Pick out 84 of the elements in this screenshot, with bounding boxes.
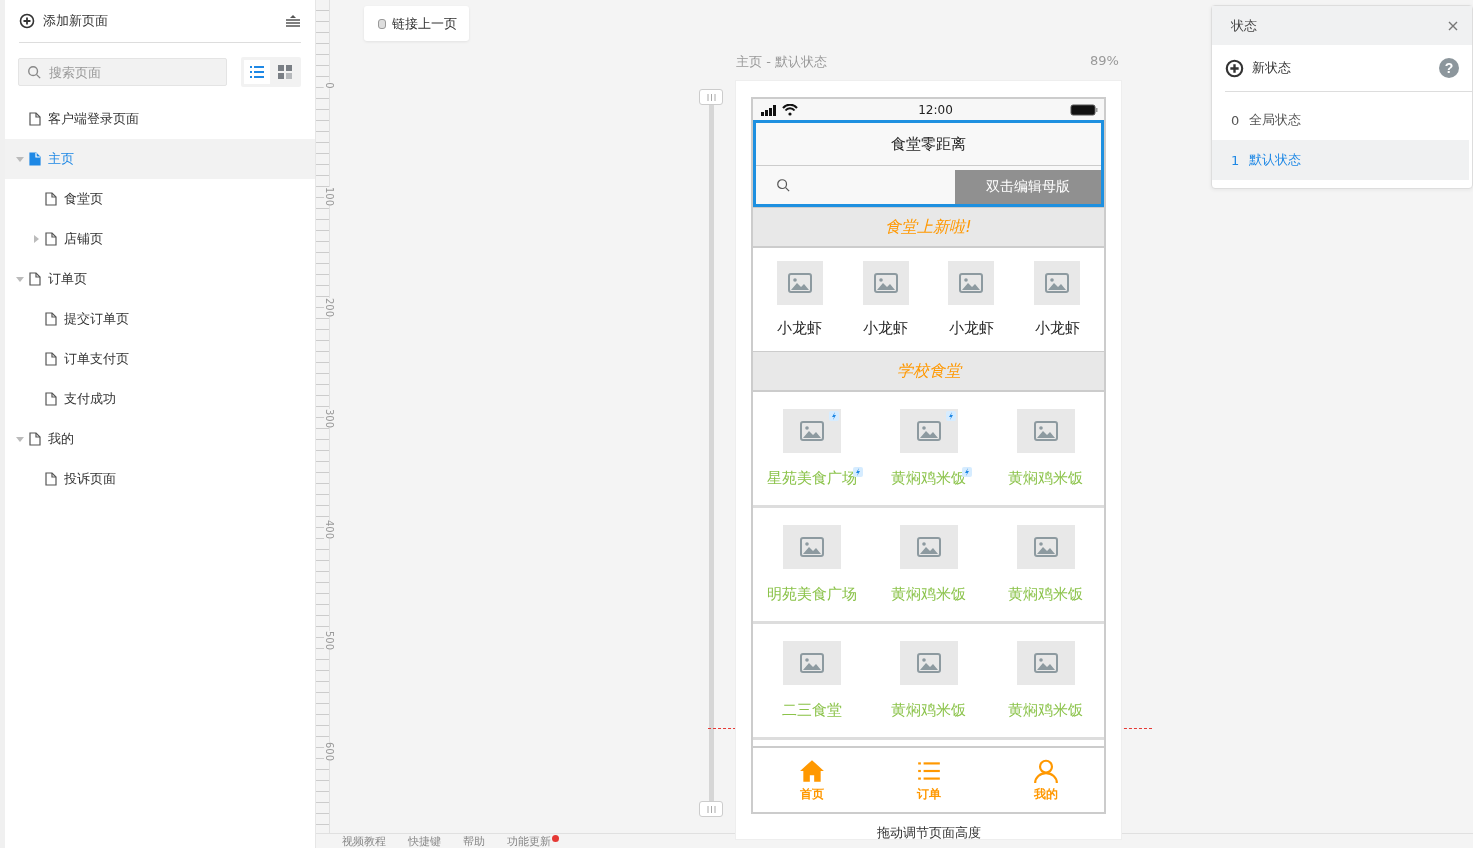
ruler-label: 300	[324, 408, 335, 429]
canteen-name: 黄焖鸡米饭	[891, 702, 966, 718]
panel-title: 状态	[1231, 16, 1257, 35]
canteen-name: 黄焖鸡米饭	[891, 586, 966, 602]
dish-name: 小龙虾	[863, 319, 909, 338]
file-icon	[29, 432, 41, 446]
page-state-label: 主页 - 默认状态	[736, 53, 827, 71]
dish-name: 小龙虾	[1034, 319, 1080, 338]
image-icon	[916, 421, 941, 441]
image-icon	[787, 273, 812, 293]
plus-circle-icon	[19, 13, 35, 29]
page-tree-item[interactable]: 支付成功	[5, 379, 315, 419]
close-icon[interactable]	[1448, 20, 1458, 31]
link-previous-page-button[interactable]: 链接上一页	[364, 6, 469, 41]
grid-icon	[277, 64, 293, 80]
caret-icon[interactable]	[32, 235, 40, 243]
image-icon	[799, 537, 824, 557]
page-tree-item[interactable]: 客户端登录页面	[5, 99, 315, 139]
file-icon	[29, 272, 41, 286]
file-icon	[29, 112, 41, 126]
image-icon	[1045, 273, 1070, 293]
section-heading: 食堂上新啦!	[753, 207, 1104, 248]
file-icon	[45, 232, 57, 246]
file-icon	[45, 352, 57, 366]
state-item[interactable]: 0 全局状态	[1212, 100, 1469, 140]
image-icon	[799, 653, 824, 673]
canteen-name: 黄焖鸡米饭	[1008, 586, 1083, 602]
signal-wifi-icon	[759, 103, 801, 116]
section-heading: 学校食堂	[753, 351, 1104, 392]
file-icon	[45, 472, 57, 486]
ruler-label: 500	[324, 630, 335, 651]
file-icon	[45, 192, 57, 206]
file-icon	[45, 392, 57, 406]
ruler-label: 200	[324, 297, 335, 318]
canteen-name: 黄焖鸡米饭	[1008, 470, 1083, 486]
resize-hint: 拖动调节页面高度	[876, 824, 981, 842]
new-state-button[interactable]: 新状态	[1225, 58, 1291, 78]
page-tree-item[interactable]: 店铺页	[5, 219, 315, 259]
search-icon	[776, 178, 790, 192]
user-icon	[1032, 757, 1059, 784]
dish-name: 小龙虾	[948, 319, 994, 338]
canteen-name: 黄焖鸡米饭	[1008, 702, 1083, 718]
dish-name: 小龙虾	[777, 319, 823, 338]
menu-icon[interactable]	[285, 13, 301, 29]
canteen-name: 二三食堂	[781, 702, 842, 718]
battery-icon	[1070, 103, 1098, 116]
image-icon	[799, 421, 824, 441]
canteen-name: 明苑美食广场	[766, 586, 857, 602]
status-time: 12:00	[918, 102, 953, 117]
add-page-button[interactable]: 添加新页面	[19, 12, 108, 30]
page-tree-item[interactable]: 我的	[5, 419, 315, 459]
ruler-label: 0	[324, 82, 335, 89]
page-tree-item[interactable]: 订单支付页	[5, 339, 315, 379]
image-icon	[959, 273, 984, 293]
ruler-label: 400	[324, 519, 335, 540]
list-icon	[249, 64, 265, 80]
slider-handle[interactable]	[699, 89, 723, 105]
search-field[interactable]: 搜索页面	[18, 58, 227, 86]
page-tree-item[interactable]: 提交订单页	[5, 299, 315, 339]
plus-circle-icon	[1225, 58, 1244, 78]
canteen-name: 星苑美食广场	[766, 470, 857, 486]
image-icon	[916, 537, 941, 557]
canteen-name: 黄焖鸡米饭	[891, 470, 966, 486]
caret-icon[interactable]	[16, 435, 24, 443]
ruler-label: 600	[324, 741, 335, 762]
image-icon	[1033, 421, 1058, 441]
ruler-label: 100	[324, 186, 335, 207]
page-tree-item[interactable]: 投诉页面	[5, 459, 315, 499]
page-tree-item[interactable]: 食堂页	[5, 179, 315, 219]
search-icon	[27, 65, 41, 79]
file-icon	[29, 152, 41, 166]
file-icon	[45, 312, 57, 326]
image-icon	[916, 653, 941, 673]
page-tree-item[interactable]: 订单页	[5, 259, 315, 299]
zoom-level: 89%	[1090, 53, 1119, 68]
list-view-button[interactable]	[244, 60, 270, 84]
image-icon	[873, 273, 898, 293]
image-icon	[1033, 653, 1058, 673]
image-icon	[1033, 537, 1058, 557]
app-title: 食堂零距离	[756, 123, 1101, 166]
caret-icon[interactable]	[16, 155, 24, 163]
slider-handle[interactable]	[699, 801, 723, 817]
caret-icon[interactable]	[16, 275, 24, 283]
notification-dot	[552, 834, 559, 842]
